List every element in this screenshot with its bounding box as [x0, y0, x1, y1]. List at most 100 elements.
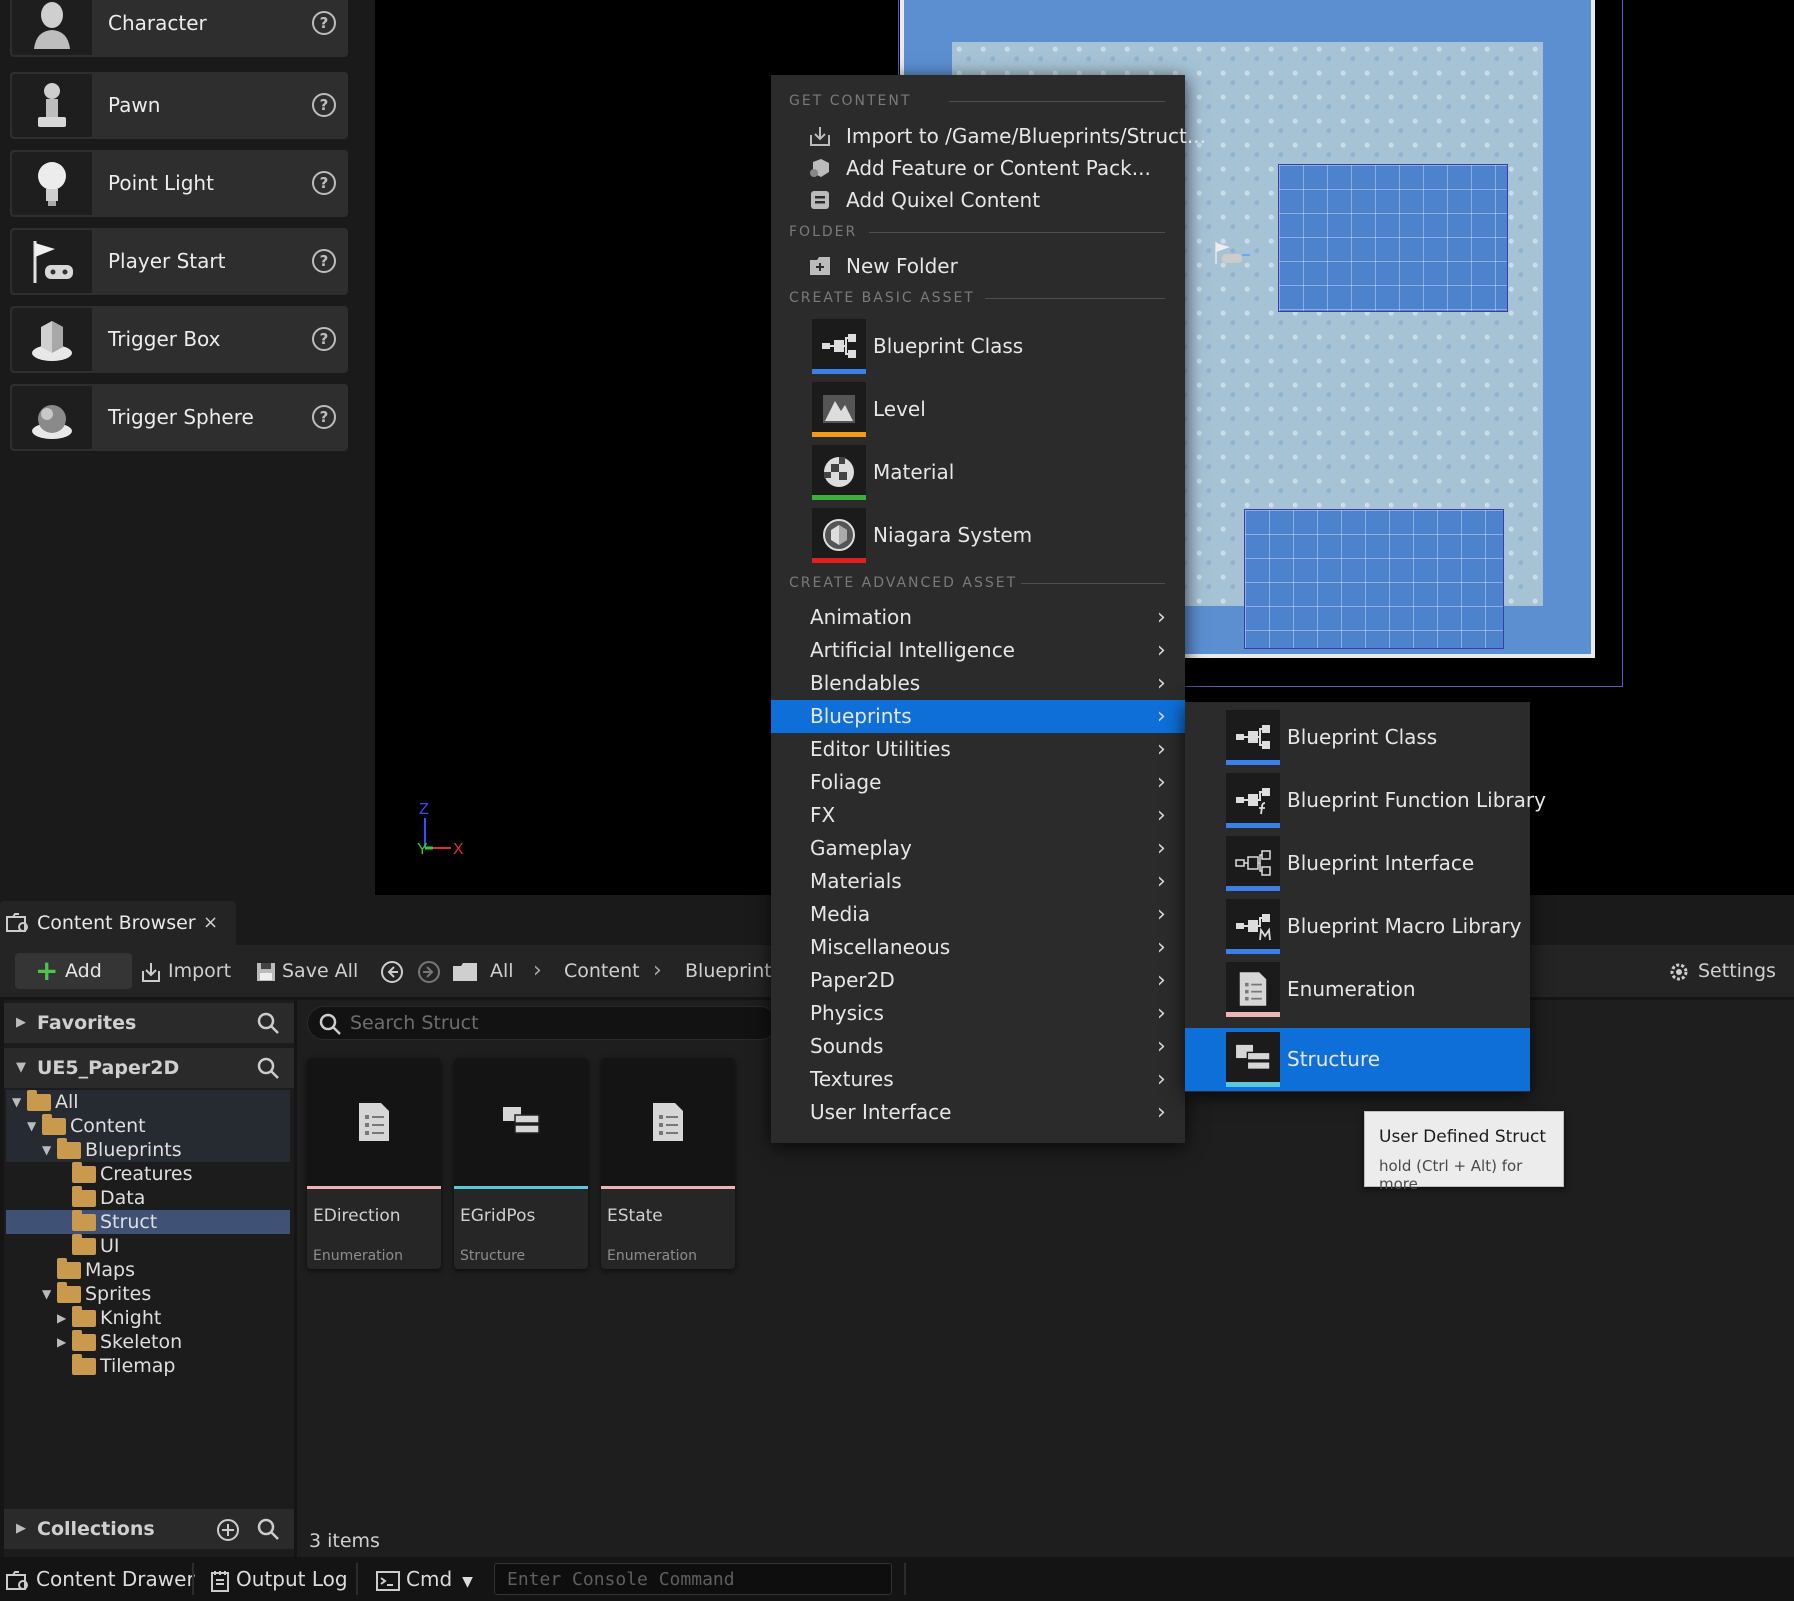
menu-category-label: User Interface	[810, 1100, 952, 1124]
asset-tile-egridpos[interactable]: EGridPos Structure	[454, 1058, 588, 1269]
chevron-down-icon[interactable]: ▼	[12, 1090, 21, 1114]
place-item-point-light[interactable]: Point Light ?	[10, 150, 348, 217]
menu-item-new-folder[interactable]: New Folder	[771, 250, 1185, 282]
chevron-down-icon[interactable]: ▼	[27, 1114, 36, 1138]
console-command-input[interactable]	[494, 1563, 892, 1595]
folder-tree-item-all[interactable]: ▼ All	[6, 1090, 290, 1114]
place-item-character[interactable]: Character ?	[10, 0, 348, 57]
folder-tree-item-blueprints[interactable]: ▼ Blueprints	[6, 1138, 290, 1162]
asset-type-bar	[601, 1186, 735, 1189]
menu-category-label: Editor Utilities	[810, 737, 951, 761]
breadcrumb-all[interactable]: All	[490, 945, 514, 997]
menu-category-paper2d[interactable]: Paper2D ›	[771, 964, 1185, 997]
favorites-header[interactable]: ▶ Favorites	[4, 1003, 294, 1043]
menu-category-blueprints[interactable]: Blueprints ›	[771, 700, 1185, 733]
submenu-item-blueprint-interface[interactable]: Blueprint Interface	[1185, 832, 1530, 895]
place-item-player-start[interactable]: Player Start ?	[10, 228, 348, 295]
blueprints-submenu: Blueprint Class Blueprint Function Libra…	[1185, 702, 1546, 1092]
asset-tile-estate[interactable]: EState Enumeration	[601, 1058, 735, 1269]
menu-category-miscellaneous[interactable]: Miscellaneous ›	[771, 931, 1185, 964]
player-start-marker[interactable]	[1212, 240, 1250, 266]
menu-category-media[interactable]: Media ›	[771, 898, 1185, 931]
add-collection-icon[interactable]	[216, 1518, 240, 1542]
menu-item-level[interactable]: Level	[771, 378, 1185, 441]
import-button[interactable]: Import	[140, 945, 231, 997]
folder-tree-item-knight[interactable]: ▶ Knight	[6, 1306, 290, 1330]
folder-tree-item-sprites[interactable]: ▼ Sprites	[6, 1282, 290, 1306]
chevron-down-icon[interactable]: ▼	[42, 1138, 51, 1162]
menu-item-import[interactable]: Import to /Game/Blueprints/Struct...	[771, 120, 1206, 152]
add-button[interactable]: + Add	[15, 953, 132, 989]
help-icon[interactable]: ?	[312, 405, 336, 429]
collections-header[interactable]: ▶ Collections	[4, 1509, 294, 1549]
submenu-item-blueprint-function-library[interactable]: Blueprint Function Library	[1185, 769, 1546, 832]
chevron-right-icon[interactable]: ▶	[57, 1330, 66, 1354]
menu-category-materials[interactable]: Materials ›	[771, 865, 1185, 898]
forward-button[interactable]	[417, 945, 441, 997]
submenu-item-enumeration[interactable]: Enumeration	[1185, 958, 1530, 1021]
back-button[interactable]	[380, 945, 404, 997]
asset-tile-edirection[interactable]: EDirection Enumeration	[307, 1058, 441, 1269]
menu-item-niagara-system[interactable]: Niagara System	[771, 504, 1185, 567]
help-icon[interactable]: ?	[312, 327, 336, 351]
browse-folders-button[interactable]	[452, 945, 478, 997]
folder-tree-item-ui[interactable]: UI	[6, 1234, 290, 1258]
output-log-button[interactable]: Output Log	[210, 1557, 348, 1601]
search-icon[interactable]	[256, 1056, 280, 1080]
menu-category-textures[interactable]: Textures ›	[771, 1063, 1185, 1096]
chevron-down-icon[interactable]: ▼	[42, 1282, 51, 1306]
folder-tree-item-struct[interactable]: Struct	[6, 1210, 290, 1234]
tab-content-browser[interactable]: Content Browser ×	[0, 901, 236, 945]
folder-tree-item-tilemap[interactable]: Tilemap	[6, 1354, 290, 1378]
submenu-item-structure[interactable]: Structure	[1185, 1028, 1530, 1091]
breadcrumb-content[interactable]: Content	[564, 945, 640, 997]
menu-category-user-interface[interactable]: User Interface ›	[771, 1096, 1185, 1129]
menu-category-blendables[interactable]: Blendables ›	[771, 667, 1185, 700]
menu-category-sounds[interactable]: Sounds ›	[771, 1030, 1185, 1063]
menu-item-add-quixel[interactable]: Add Quixel Content	[771, 184, 1185, 216]
chevron-right-icon: ›	[1157, 935, 1166, 960]
folder-tree-item-maps[interactable]: Maps	[6, 1258, 290, 1282]
content-drawer-button[interactable]: Content Drawer	[6, 1557, 195, 1601]
menu-category-animation[interactable]: Animation ›	[771, 601, 1185, 634]
menu-category-fx[interactable]: FX ›	[771, 799, 1185, 832]
menu-item-add-feature-pack[interactable]: Add Feature or Content Pack...	[771, 152, 1185, 184]
menu-category-editor-utilities[interactable]: Editor Utilities ›	[771, 733, 1185, 766]
help-icon[interactable]: ?	[312, 249, 336, 273]
submenu-item-blueprint-class[interactable]: Blueprint Class	[1185, 706, 1530, 769]
search-icon[interactable]	[256, 1517, 280, 1541]
search-icon[interactable]	[256, 1011, 280, 1035]
settings-button[interactable]: Settings	[1668, 945, 1776, 997]
place-item-trigger-sphere[interactable]: Trigger Sphere ?	[10, 384, 348, 451]
menu-item-label: New Folder	[846, 254, 958, 278]
search-input[interactable]	[350, 1007, 770, 1039]
menu-category-artificial-intelligence[interactable]: Artificial Intelligence ›	[771, 634, 1185, 667]
tooltip-hint: hold (Ctrl + Alt) for more	[1379, 1157, 1523, 1193]
project-header[interactable]: ▼ UE5_Paper2D	[4, 1048, 294, 1088]
chevron-right-icon[interactable]: ▶	[57, 1306, 66, 1330]
close-icon[interactable]: ×	[203, 901, 218, 945]
cmd-dropdown[interactable]: Cmd ▼	[376, 1557, 473, 1601]
menu-category-gameplay[interactable]: Gameplay ›	[771, 832, 1185, 865]
folder-tree-label: Maps	[85, 1259, 135, 1281]
asset-search-box[interactable]	[307, 1006, 777, 1040]
folder-tree-item-content[interactable]: ▼ Content	[6, 1114, 290, 1138]
menu-category-foliage[interactable]: Foliage ›	[771, 766, 1185, 799]
folder-tree-item-creatures[interactable]: Creatures	[6, 1162, 290, 1186]
place-item-pawn[interactable]: Pawn ?	[10, 72, 348, 139]
help-icon[interactable]: ?	[312, 11, 336, 35]
help-icon[interactable]: ?	[312, 93, 336, 117]
breadcrumb-blueprints[interactable]: Blueprints	[685, 945, 782, 997]
help-icon[interactable]: ?	[312, 171, 336, 195]
menu-category-physics[interactable]: Physics ›	[771, 997, 1185, 1030]
place-item-label: Player Start	[108, 249, 226, 273]
menu-item-material[interactable]: Material	[771, 441, 1185, 504]
folder-icon	[453, 962, 477, 981]
folder-tree-item-skeleton[interactable]: ▶ Skeleton	[6, 1330, 290, 1354]
place-item-trigger-box[interactable]: Trigger Box ?	[10, 306, 348, 373]
folder-tree-item-data[interactable]: Data	[6, 1186, 290, 1210]
submenu-item-label: Blueprint Function Library	[1287, 788, 1546, 812]
menu-item-blueprint-class[interactable]: Blueprint Class	[771, 315, 1185, 378]
save-all-button[interactable]: Save All	[256, 945, 358, 997]
submenu-item-blueprint-macro-library[interactable]: Blueprint Macro Library	[1185, 895, 1530, 958]
